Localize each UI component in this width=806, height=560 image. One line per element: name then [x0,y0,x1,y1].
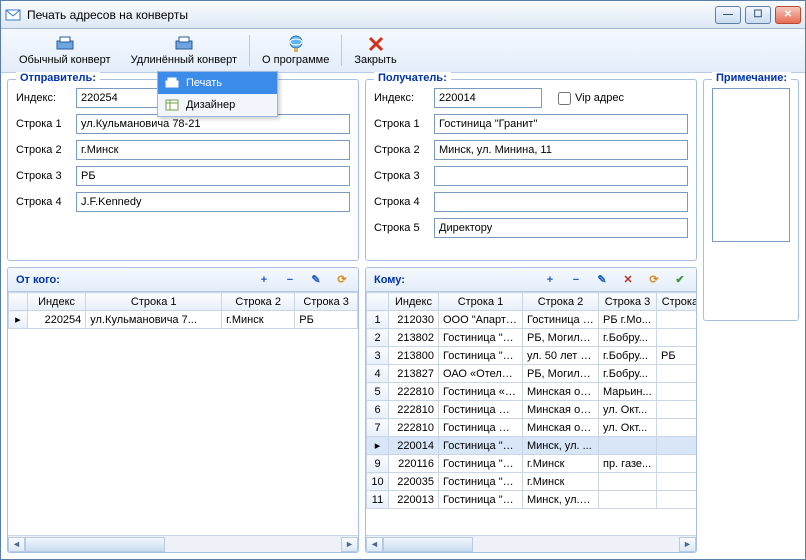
designer-icon [164,97,180,113]
note-title: Примечание: [712,72,791,84]
table-row[interactable]: 6222810Гостиница Ма...Минская об...ул. О… [367,401,697,419]
printer-icon [174,35,194,53]
recipient-line5-input[interactable] [434,218,688,238]
long-envelope-button[interactable]: Удлинённый конверт [121,31,247,70]
edit-button[interactable]: ✎ [594,272,610,288]
to-table[interactable]: Индекс Строка 1 Строка 2 Строка 3 Строка… [366,292,696,509]
sender-line1-input[interactable] [76,114,350,134]
app-icon [5,7,21,23]
printer-icon [55,35,75,53]
table-row[interactable]: 11220013Гостиница "С...Минск, ул.Я...Дир… [367,491,697,509]
vip-checkbox[interactable]: Vip адрес [558,92,624,105]
normal-envelope-button[interactable]: Обычный конверт [9,31,121,70]
table-row[interactable]: ▸ 220254 ул.Кульмановича 7... г.Минск РБ [9,311,358,329]
delete-button[interactable]: − [568,272,584,288]
sender-title: Отправитель: [16,72,100,84]
table-row[interactable]: 4213827ОАО «Отель "...РБ, Могилёв...г.Бо… [367,365,697,383]
app-window: Печать адресов на конверты — ☐ ✕ Обычный… [0,0,806,560]
print-icon [164,75,180,91]
about-button[interactable]: О программе [252,31,339,70]
from-table[interactable]: Индекс Строка 1 Строка 2 Строка 3 ▸ 2202… [8,292,358,329]
table-row[interactable]: 2213802Гостиница "Ф...РБ, Могилёв...г.Бо… [367,329,697,347]
minimize-button[interactable]: — [715,6,741,24]
add-button[interactable]: + [256,272,272,288]
to-grid-title: Кому: [374,274,405,286]
toolbar: Обычный конверт Удлинённый конверт О про… [1,29,805,73]
close-icon [366,35,386,53]
sender-line4-input[interactable] [76,192,350,212]
dropdown-print[interactable]: Печать [158,72,277,94]
edit-button[interactable]: ✎ [308,272,324,288]
table-row[interactable]: 5222810Гостиница «У...Минская об...Марьи… [367,383,697,401]
to-hscroll[interactable]: ◄► [366,535,696,552]
table-row[interactable]: 10220035Гостиница "Ви...г.МинскДире... [367,473,697,491]
exit-button[interactable]: Закрыть [344,31,406,70]
note-textarea[interactable] [712,88,790,242]
recipient-line4-input[interactable] [434,192,688,212]
from-hscroll[interactable]: ◄► [8,535,358,552]
table-row[interactable]: 7222810Гостиница Ма...Минская об...ул. О… [367,419,697,437]
accept-button[interactable]: ✔ [672,272,688,288]
recipient-line3-input[interactable] [434,166,688,186]
dropdown-designer[interactable]: Дизайнер [158,94,277,116]
recipient-index-input[interactable] [434,88,542,108]
titlebar: Печать адресов на конверты — ☐ ✕ [1,1,805,29]
envelope-dropdown: Печать Дизайнер [157,71,278,117]
close-button[interactable]: ✕ [775,6,801,24]
maximize-button[interactable]: ☐ [745,6,771,24]
row-marker: ▸ [9,311,28,329]
cancel-button[interactable]: ✕ [620,272,636,288]
table-row[interactable]: 3213800Гостиница "Ю...ул. 50 лет В...г.Б… [367,347,697,365]
to-grid: Кому: + − ✎ ✕ ⟳ ✔ Индекс Строка 1 [365,267,697,553]
add-button[interactable]: + [542,272,558,288]
note-group: Примечание: [703,79,799,321]
recipient-title: Получатель: [374,72,451,84]
refresh-button[interactable]: ⟳ [334,272,350,288]
recipient-line2-input[interactable] [434,140,688,160]
refresh-button[interactable]: ⟳ [646,272,662,288]
recipient-line1-input[interactable] [434,114,688,134]
from-grid: От кого: + − ✎ ⟳ Индекс Строка 1 Строка … [7,267,359,553]
recipient-group: Получатель: Индекс: Vip адрес Строка 1 С… [365,79,697,261]
table-row[interactable]: ▸220014Гостиница "Гр...Минск, ул. ...Дир… [367,437,697,455]
table-row[interactable]: 1212030ООО "Апарта...Гостиница "...РБ г.… [367,311,697,329]
globe-icon [286,35,306,53]
from-grid-title: От кого: [16,274,60,286]
window-title: Печать адресов на конверты [27,8,715,22]
sender-line3-input[interactable] [76,166,350,186]
delete-button[interactable]: − [282,272,298,288]
sender-line2-input[interactable] [76,140,350,160]
table-row[interactable]: 9220116Гостиница "Зв...г.Минскпр. газе..… [367,455,697,473]
